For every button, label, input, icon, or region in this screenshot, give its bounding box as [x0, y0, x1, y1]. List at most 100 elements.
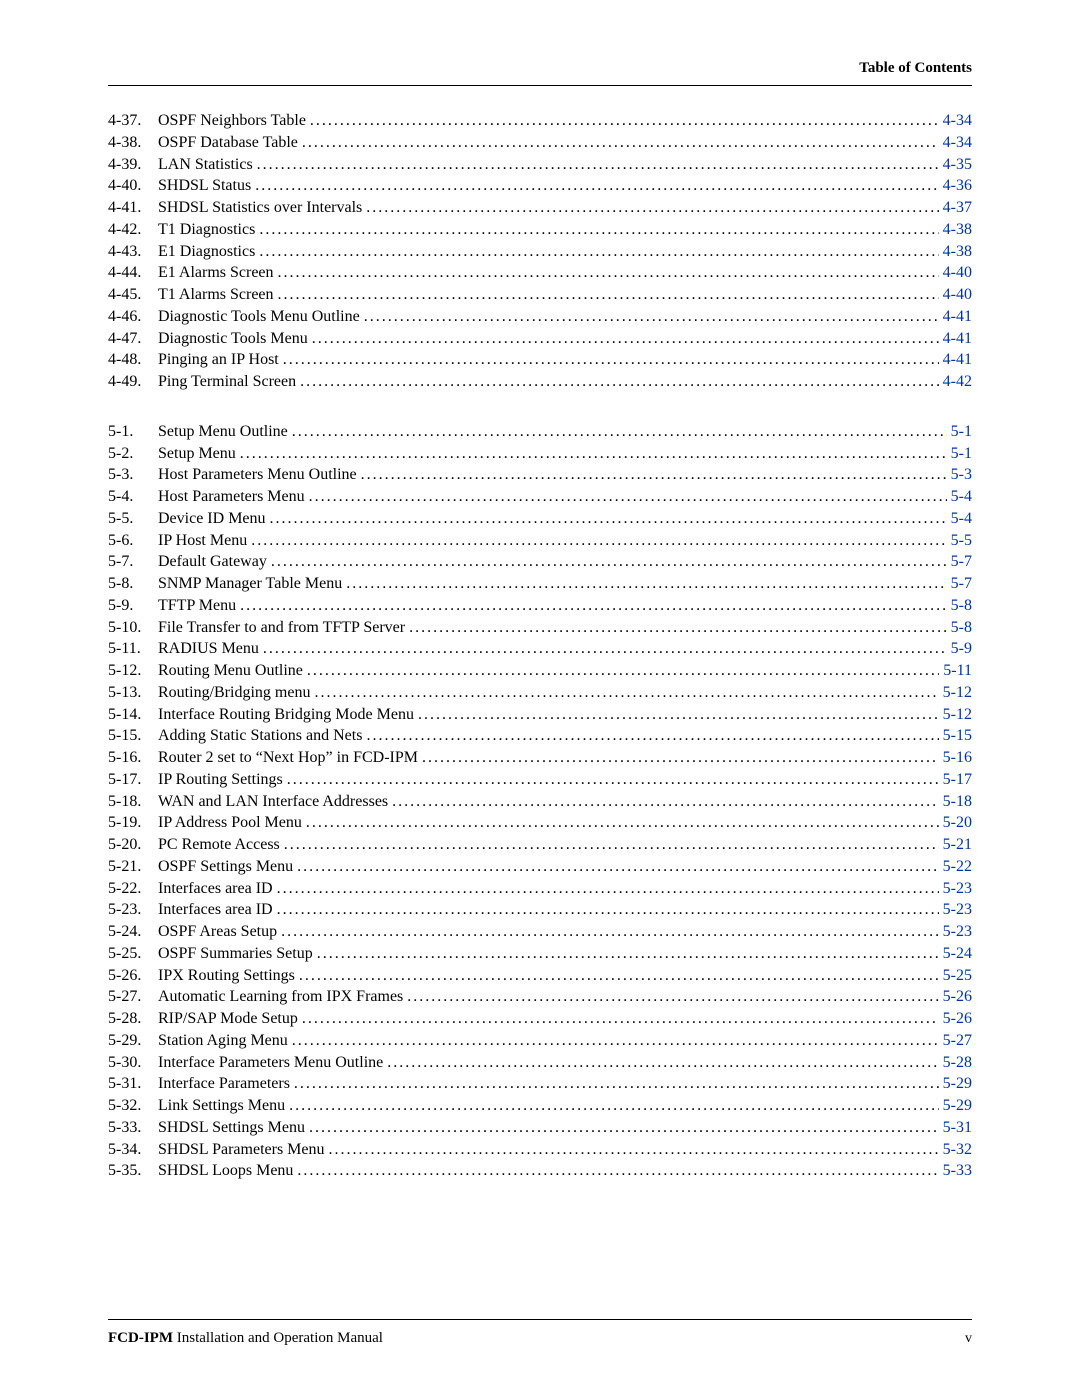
toc-leader-dots: ........................................…	[271, 551, 947, 573]
toc-leader-dots: ........................................…	[302, 1008, 939, 1030]
toc-page-link[interactable]: 5-8	[947, 617, 972, 639]
toc-entry-number: 5-18.	[108, 791, 158, 813]
toc-page-link[interactable]: 5-25	[939, 965, 972, 987]
toc-row: 5-13.Routing/Bridging menu..............…	[108, 682, 972, 704]
toc-page-link[interactable]: 5-23	[939, 921, 972, 943]
toc-page-link[interactable]: 5-16	[939, 747, 972, 769]
toc-entry-number: 5-26.	[108, 965, 158, 987]
toc-leader-dots: ........................................…	[306, 812, 939, 834]
toc-entry-title: Station Aging Menu	[158, 1030, 292, 1052]
toc-leader-dots: ........................................…	[299, 965, 939, 987]
toc-page-link[interactable]: 5-7	[947, 573, 972, 595]
toc-page-link[interactable]: 4-41	[939, 349, 972, 371]
toc-row: 5-11.RADIUS Menu........................…	[108, 638, 972, 660]
toc-page-link[interactable]: 4-40	[939, 284, 972, 306]
toc-page-link[interactable]: 4-37	[939, 197, 972, 219]
toc-entry-title: RIP/SAP Mode Setup	[158, 1008, 302, 1030]
toc-page-link[interactable]: 4-34	[939, 132, 972, 154]
toc-row: 5-17.IP Routing Settings................…	[108, 769, 972, 791]
toc-page-link[interactable]: 4-41	[939, 328, 972, 350]
toc-leader-dots: ........................................…	[240, 595, 947, 617]
toc-page-link[interactable]: 5-12	[939, 682, 972, 704]
toc-page-link[interactable]: 5-12	[939, 704, 972, 726]
toc-row: 5-27.Automatic Learning from IPX Frames.…	[108, 986, 972, 1008]
toc-leader-dots: ........................................…	[278, 284, 939, 306]
toc-page-link[interactable]: 5-11	[939, 660, 972, 682]
toc-entry-number: 5-28.	[108, 1008, 158, 1030]
toc-page-link[interactable]: 5-3	[947, 464, 972, 486]
toc-leader-dots: ........................................…	[278, 262, 939, 284]
toc-entry-number: 5-22.	[108, 878, 158, 900]
toc-entry-title: IP Host Menu	[158, 530, 251, 552]
toc-page-link[interactable]: 5-4	[947, 486, 972, 508]
toc-entry-number: 5-8.	[108, 573, 158, 595]
toc-row: 5-30.Interface Parameters Menu Outline..…	[108, 1052, 972, 1074]
toc-page-link[interactable]: 5-21	[939, 834, 972, 856]
toc-leader-dots: ........................................…	[409, 617, 947, 639]
toc-leader-dots: ........................................…	[418, 704, 939, 726]
toc-page-link[interactable]: 4-38	[939, 219, 972, 241]
toc-page-link[interactable]: 4-36	[939, 175, 972, 197]
toc-page-link[interactable]: 5-1	[947, 421, 972, 443]
toc-page-link[interactable]: 5-8	[947, 595, 972, 617]
toc-page-link[interactable]: 5-26	[939, 986, 972, 1008]
toc-page-link[interactable]: 5-17	[939, 769, 972, 791]
toc-page-link[interactable]: 5-27	[939, 1030, 972, 1052]
toc-leader-dots: ........................................…	[287, 769, 939, 791]
toc-leader-dots: ........................................…	[277, 878, 939, 900]
toc-row: 4-49.Ping Terminal Screen...............…	[108, 371, 972, 393]
toc-entry-number: 5-7.	[108, 551, 158, 573]
toc-entry-number: 5-31.	[108, 1073, 158, 1095]
toc-entry-number: 4-39.	[108, 154, 158, 176]
toc-page-link[interactable]: 5-31	[939, 1117, 972, 1139]
toc-page-link[interactable]: 4-35	[939, 154, 972, 176]
toc-page-link[interactable]: 5-28	[939, 1052, 972, 1074]
toc-page-link[interactable]: 5-23	[939, 878, 972, 900]
toc-leader-dots: ........................................…	[297, 1160, 938, 1182]
toc-page-link[interactable]: 5-29	[939, 1095, 972, 1117]
toc-row: 4-38.OSPF Database Table................…	[108, 132, 972, 154]
toc-page-link[interactable]: 5-18	[939, 791, 972, 813]
toc-page-link[interactable]: 5-22	[939, 856, 972, 878]
toc-page-link[interactable]: 5-7	[947, 551, 972, 573]
toc-page-link[interactable]: 5-23	[939, 899, 972, 921]
toc-entry-title: Routing/Bridging menu	[158, 682, 314, 704]
toc-row: 5-8.SNMP Manager Table Menu.............…	[108, 573, 972, 595]
toc-page-link[interactable]: 4-41	[939, 306, 972, 328]
toc-page-link[interactable]: 4-38	[939, 241, 972, 263]
toc-entry-title: E1 Alarms Screen	[158, 262, 278, 284]
toc-page-link[interactable]: 5-20	[939, 812, 972, 834]
toc-leader-dots: ........................................…	[310, 110, 939, 132]
toc-page-link[interactable]: 5-9	[947, 638, 972, 660]
toc-page-link[interactable]: 4-42	[939, 371, 972, 393]
toc-page-link[interactable]: 5-5	[947, 530, 972, 552]
toc-page-link[interactable]: 5-33	[939, 1160, 972, 1182]
footer-page-number: v	[965, 1331, 972, 1347]
toc-leader-dots: ........................................…	[314, 682, 938, 704]
toc-page-link[interactable]: 4-40	[939, 262, 972, 284]
toc-leader-dots: ........................................…	[309, 486, 947, 508]
toc-page-link[interactable]: 5-29	[939, 1073, 972, 1095]
toc-entry-number: 4-45.	[108, 284, 158, 306]
toc-entry-title: LAN Statistics	[158, 154, 257, 176]
toc-leader-dots: ........................................…	[297, 856, 939, 878]
toc-row: 5-16.Router 2 set to “Next Hop” in FCD-I…	[108, 747, 972, 769]
toc-leader-dots: ........................................…	[361, 464, 947, 486]
toc-entry-title: IPX Routing Settings	[158, 965, 299, 987]
toc-page-link[interactable]: 5-24	[939, 943, 972, 965]
toc-entry-number: 5-35.	[108, 1160, 158, 1182]
toc-row: 4-40.SHDSL Status.......................…	[108, 175, 972, 197]
toc-page-link[interactable]: 5-1	[947, 443, 972, 465]
toc-entry-title: Router 2 set to “Next Hop” in FCD-IPM	[158, 747, 422, 769]
toc-entry-number: 4-47.	[108, 328, 158, 350]
toc-entry-number: 5-30.	[108, 1052, 158, 1074]
toc-page-link[interactable]: 4-34	[939, 110, 972, 132]
toc-page-link[interactable]: 5-15	[939, 725, 972, 747]
toc-page-link[interactable]: 5-32	[939, 1139, 972, 1161]
toc-page-link[interactable]: 5-26	[939, 1008, 972, 1030]
toc-entry-number: 5-21.	[108, 856, 158, 878]
toc-entry-title: RADIUS Menu	[158, 638, 263, 660]
toc-row: 4-44.E1 Alarms Screen...................…	[108, 262, 972, 284]
toc-page-link[interactable]: 5-4	[947, 508, 972, 530]
toc-leader-dots: ........................................…	[259, 241, 938, 263]
